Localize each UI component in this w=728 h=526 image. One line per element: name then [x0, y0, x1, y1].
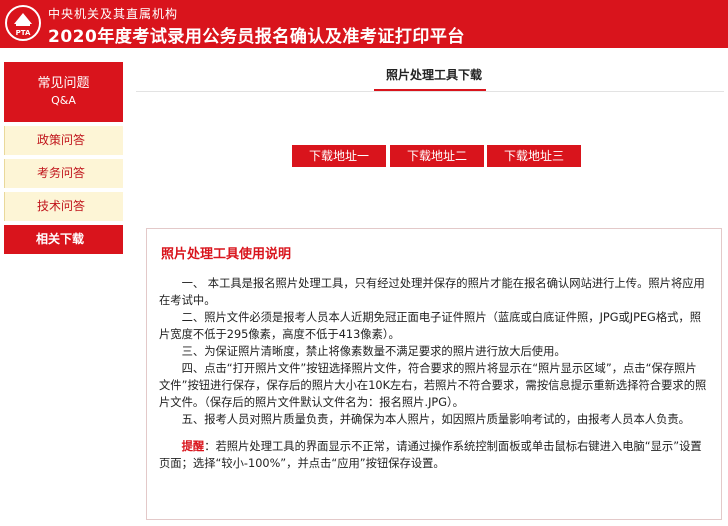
- instructions-panel: 照片处理工具使用说明 一、 本工具是报名照片处理工具，只有经过处理并保存的照片才…: [146, 228, 722, 520]
- download-button-1[interactable]: 下载地址一: [292, 145, 386, 167]
- display-tip: 提醒：若照片处理工具的界面显示不正常，请通过操作系统控制面板或单击鼠标右键进入电…: [159, 438, 707, 472]
- faq-subtitle: Q&A: [51, 94, 76, 107]
- download-button-3[interactable]: 下载地址三: [487, 145, 581, 167]
- svg-text:PTA: PTA: [16, 29, 31, 37]
- sidebar-item-technical[interactable]: 技术问答: [4, 192, 123, 221]
- faq-header: 常见问题 Q&A: [4, 62, 123, 122]
- pta-logo-icon: PTA: [5, 5, 41, 41]
- page-title: 照片处理工具下载: [386, 68, 483, 82]
- instruction-item-1: 一、 本工具是报名照片处理工具，只有经过处理并保存的照片才能在报名确认网站进行上…: [159, 277, 705, 307]
- instructions-title: 照片处理工具使用说明: [161, 247, 292, 262]
- instruction-item-4: 四、点击“打开照片文件”按钮选择照片文件，符合要求的照片将显示在“照片显示区域”…: [159, 362, 707, 409]
- platform-title: 2020年度考试录用公务员报名确认及准考证打印平台: [48, 27, 465, 47]
- org-name: 中央机关及其直属机构: [48, 7, 179, 21]
- download-button-2[interactable]: 下载地址二: [390, 145, 484, 167]
- sidebar-item-policy[interactable]: 政策问答: [4, 126, 123, 155]
- tip-label: 提醒: [181, 440, 205, 453]
- faq-title: 常见问题: [37, 76, 90, 91]
- header-bar: PTA 中央机关及其直属机构 2020年度考试录用公务员报名确认及准考证打印平台: [0, 0, 728, 48]
- instruction-item-2: 二、照片文件必须是报考人员本人近期免冠正面电子证件照片（蓝底或白底证件照，JPG…: [159, 311, 702, 341]
- instruction-item-3: 三、为保证照片清晰度，禁止将像素数量不满足要求的照片进行放大后使用。: [181, 345, 566, 358]
- instruction-item-5: 五、报考人员对照片质量负责，并确保为本人照片，如因照片质量影响考试的，由报考人员…: [181, 413, 690, 426]
- sidebar: 常见问题 Q&A 政策问答 考务问答 技术问答 相关下载: [4, 62, 123, 254]
- tip-text: ：若照片处理工具的界面显示不正常，请通过操作系统控制面板或单击鼠标右键进入电脑“…: [159, 440, 702, 470]
- sidebar-item-downloads[interactable]: 相关下载: [4, 225, 123, 254]
- sidebar-item-exam-affairs[interactable]: 考务问答: [4, 159, 123, 188]
- instructions-body: 一、 本工具是报名照片处理工具，只有经过处理并保存的照片才能在报名确认网站进行上…: [159, 275, 707, 472]
- divider: [136, 91, 724, 92]
